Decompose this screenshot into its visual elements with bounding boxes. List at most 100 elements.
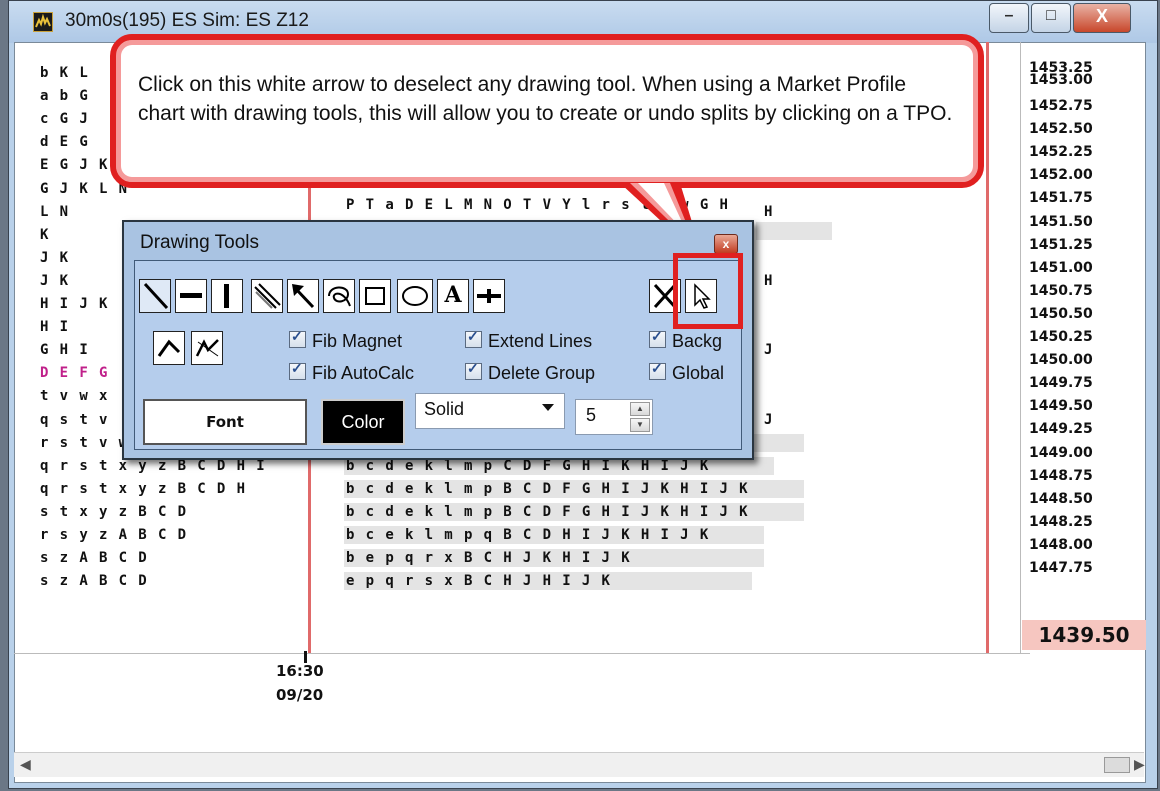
zigzag-tool-icon[interactable] xyxy=(191,331,223,365)
rectangle-tool-icon[interactable] xyxy=(359,279,391,313)
price-tick: 1449.50 xyxy=(1029,398,1093,415)
text-tool-icon[interactable]: A xyxy=(437,279,469,313)
caption-buttons: – □ X xyxy=(989,3,1152,39)
trendline-tool-icon[interactable] xyxy=(153,331,185,365)
tpo-row[interactable]: q s t v xyxy=(40,409,109,431)
fib-autocalc-label: Fib AutoCalc xyxy=(312,363,415,383)
global-checkbox[interactable]: Global xyxy=(649,360,725,384)
color-button[interactable]: Color xyxy=(321,399,405,445)
minimize-icon: – xyxy=(1004,7,1014,24)
tpo-row[interactable]: b c e k l m p q B C D H I J K H I J K xyxy=(346,524,710,546)
global-label: Global xyxy=(672,363,725,383)
price-tick: 1449.00 xyxy=(1029,444,1093,461)
tpo-row[interactable]: H I xyxy=(40,316,70,338)
session-divider-right xyxy=(986,42,989,654)
tpo-row[interactable]: L N xyxy=(40,201,70,223)
tpo-row[interactable]: s z A B C D xyxy=(40,570,148,592)
spin-down-icon[interactable]: ▼ xyxy=(630,418,650,432)
close-icon: X xyxy=(1095,6,1108,26)
tpo-row[interactable]: J K xyxy=(40,270,70,292)
tpo-row[interactable]: q r s t x y z B C D H xyxy=(40,478,246,500)
price-tick: 1452.75 xyxy=(1029,98,1093,114)
spin-up-icon[interactable]: ▲ xyxy=(630,402,650,416)
tpo-row[interactable]: b c d e k l m p B C D F G H I J K H I J … xyxy=(346,478,749,500)
price-tick: 1450.75 xyxy=(1029,282,1093,299)
tpo-fragment[interactable]: H xyxy=(764,201,774,223)
tpo-row[interactable]: e p q r s x B C H J H I J K xyxy=(346,570,611,592)
delete-group-checkbox[interactable]: Delete Group xyxy=(465,360,596,384)
tpo-row[interactable]: b K L xyxy=(40,62,89,84)
price-tick: 1453.00 xyxy=(1029,72,1093,88)
line-tool-icon[interactable] xyxy=(139,279,171,313)
tpo-row[interactable]: H I J K xyxy=(40,293,109,315)
last-price-label: 1439.50 xyxy=(1022,620,1146,650)
price-tick: 1452.00 xyxy=(1029,167,1093,184)
scroll-left-icon[interactable]: ◀ xyxy=(20,756,31,773)
extend-lines-checkbox[interactable]: Extend Lines xyxy=(465,328,593,352)
checkbox-checked-icon xyxy=(465,328,482,348)
price-tick: 1449.75 xyxy=(1029,375,1093,392)
tpo-row-background xyxy=(756,222,832,240)
line-width-stepper[interactable]: 5 ▲ ▼ xyxy=(575,399,653,435)
checkbox-checked-icon xyxy=(289,360,306,380)
tpo-row[interactable]: r s y z A B C D xyxy=(40,524,187,546)
tpo-row[interactable]: D E F G xyxy=(40,362,109,384)
price-tick: 1451.75 xyxy=(1029,190,1093,207)
scroll-thumb[interactable] xyxy=(1104,757,1130,773)
tpo-fragment[interactable]: J xyxy=(764,339,774,361)
line-width-value: 5 xyxy=(586,405,597,425)
maximize-button[interactable]: □ xyxy=(1031,3,1071,33)
arrow-tool-icon[interactable] xyxy=(287,279,319,313)
tpo-row[interactable]: s z A B C D xyxy=(40,547,148,569)
price-tick: 1448.00 xyxy=(1029,536,1093,553)
fib-magnet-label: Fib Magnet xyxy=(312,331,403,351)
drawing-tools-dialog: Drawing Tools x A ✓Fib Magnet ✓Fib AutoC… xyxy=(122,220,754,460)
tpo-row[interactable]: s t x y z B C D xyxy=(40,501,187,523)
tpo-row[interactable]: b c d e k l m p B C D F G H I J K H I J … xyxy=(346,501,749,523)
price-tick: 1450.50 xyxy=(1029,305,1093,322)
horizontal-scrollbar[interactable]: ◀ ▶ xyxy=(14,752,1145,777)
dialog-title: Drawing Tools xyxy=(140,232,259,253)
backg-checkbox[interactable]: Backg xyxy=(649,328,723,352)
backg-label: Backg xyxy=(672,331,723,351)
fib-autocalc-checkbox[interactable]: Fib AutoCalc xyxy=(289,360,415,384)
tpo-row[interactable]: G H I xyxy=(40,339,89,361)
price-tick: 1451.50 xyxy=(1029,213,1093,230)
price-tick: 1448.25 xyxy=(1029,513,1093,530)
close-button[interactable]: X xyxy=(1073,3,1131,33)
chart-app-icon xyxy=(33,12,53,32)
maximize-icon: □ xyxy=(1046,7,1056,24)
chevron-down-icon xyxy=(542,404,554,411)
chart-bottom-border xyxy=(14,653,1030,654)
extend-lines-label: Extend Lines xyxy=(488,331,593,351)
parallel-lines-tool-icon[interactable] xyxy=(251,279,283,313)
crosshair-tool-icon[interactable] xyxy=(473,279,505,313)
tpo-row[interactable]: b e p q r x B C H J K H I J K xyxy=(346,547,631,569)
checkbox-checked-icon xyxy=(465,360,482,380)
tpo-row[interactable]: c G J xyxy=(40,108,89,130)
horizontal-line-tool-icon[interactable] xyxy=(175,279,207,313)
font-button[interactable]: Font xyxy=(143,399,307,445)
line-style-select[interactable]: Solid xyxy=(415,393,565,429)
tools-panel: A Fib Magnet Fib AutoCalc Extend Lines D… xyxy=(134,260,742,450)
vertical-line-tool-icon[interactable] xyxy=(211,279,243,313)
tpo-row[interactable]: J K xyxy=(40,247,70,269)
price-tick: 1449.25 xyxy=(1029,421,1093,438)
dialog-close-button[interactable]: x xyxy=(714,234,738,254)
tpo-fragment[interactable]: J xyxy=(764,409,774,431)
tpo-fragment[interactable]: H xyxy=(764,270,774,292)
text-tool-glyph: A xyxy=(444,282,462,308)
freehand-tool-icon[interactable] xyxy=(323,279,355,313)
scroll-right-icon[interactable]: ▶ xyxy=(1134,756,1145,773)
tpo-row[interactable]: t v w x xyxy=(40,385,109,407)
delete-group-label: Delete Group xyxy=(488,363,596,383)
tpo-row[interactable]: d E G xyxy=(40,131,89,153)
price-tick: 1448.75 xyxy=(1029,467,1093,484)
tpo-row[interactable]: K xyxy=(40,224,50,246)
minimize-button[interactable]: – xyxy=(989,3,1029,33)
ellipse-tool-icon[interactable] xyxy=(397,279,433,313)
price-tick: 1450.25 xyxy=(1029,329,1093,345)
tpo-row[interactable]: a b G xyxy=(40,85,89,107)
fib-magnet-checkbox[interactable]: Fib Magnet xyxy=(289,328,403,352)
price-tick: 1451.25 xyxy=(1029,236,1093,253)
